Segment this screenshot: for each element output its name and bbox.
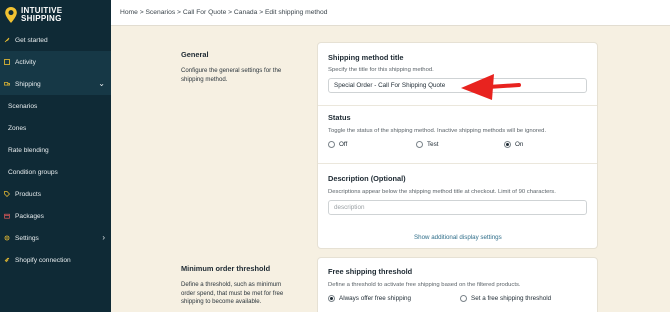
radio-circle: [460, 295, 467, 302]
radio-circle-selected: [328, 295, 335, 302]
radio-label: Set a free shipping threshold: [471, 295, 552, 302]
set-threshold-radio[interactable]: Set a free shipping threshold: [460, 295, 551, 302]
free-shipping-card: Free shipping threshold Define a thresho…: [317, 257, 598, 312]
radio-label: Always offer free shipping: [339, 295, 411, 302]
min-order-section-description: Define a threshold, such as minimum orde…: [181, 281, 284, 306]
always-free-shipping-radio[interactable]: Always offer free shipping: [328, 295, 411, 302]
free-shipping-description: Define a threshold to activate free ship…: [328, 282, 521, 288]
min-order-section-title: Minimum order threshold: [181, 264, 271, 273]
free-shipping-heading: Free shipping threshold: [328, 267, 413, 276]
